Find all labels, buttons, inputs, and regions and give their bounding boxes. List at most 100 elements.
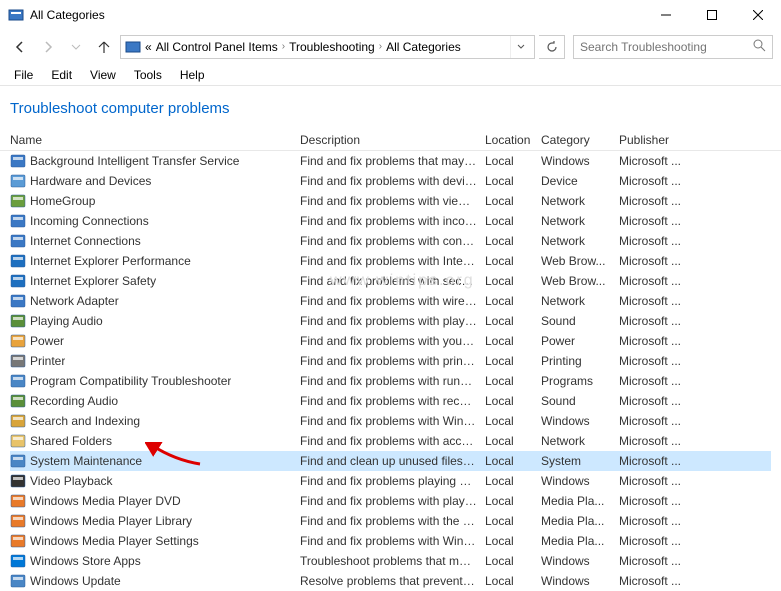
item-location: Local — [485, 214, 541, 228]
menu-file[interactable]: File — [6, 66, 41, 84]
chevron-right-icon[interactable]: › — [282, 41, 285, 52]
item-description: Find and fix problems with Wind... — [300, 414, 485, 428]
item-location: Local — [485, 574, 541, 588]
table-row[interactable]: Incoming ConnectionsFind and fix problem… — [10, 211, 771, 231]
item-icon — [10, 513, 26, 529]
back-button[interactable] — [8, 35, 32, 59]
item-description: Find and fix problems with conne... — [300, 234, 485, 248]
item-publisher: Microsoft ... — [619, 394, 694, 408]
item-publisher: Microsoft ... — [619, 374, 694, 388]
up-button[interactable] — [92, 35, 116, 59]
item-publisher: Microsoft ... — [619, 454, 694, 468]
col-name[interactable]: Name — [10, 133, 300, 147]
breadcrumb-item[interactable]: All Control Panel Items — [156, 40, 278, 54]
table-row[interactable]: Video PlaybackFind and fix problems play… — [10, 471, 771, 491]
address-bar[interactable]: « All Control Panel Items › Troubleshoot… — [120, 35, 535, 59]
item-icon — [10, 153, 26, 169]
item-name: Internet Connections — [30, 234, 141, 248]
item-icon — [10, 233, 26, 249]
item-publisher: Microsoft ... — [619, 274, 694, 288]
item-name: Incoming Connections — [30, 214, 149, 228]
table-row[interactable]: Internet Explorer PerformanceFind and fi… — [10, 251, 771, 271]
search-box[interactable] — [573, 35, 773, 59]
item-category: Windows — [541, 154, 619, 168]
table-row[interactable]: Recording AudioFind and fix problems wit… — [10, 391, 771, 411]
item-icon — [10, 293, 26, 309]
table-row[interactable]: Search and Indexing Find and fix problems… — [10, 411, 771, 431]
refresh-button[interactable] — [539, 35, 565, 59]
menu-help[interactable]: Help — [172, 66, 213, 84]
app-icon — [8, 7, 24, 23]
item-icon — [10, 173, 26, 189]
table-row[interactable]: Playing AudioFind and fix problems with … — [10, 311, 771, 331]
item-description: Find and clean up unused files an... — [300, 454, 485, 468]
table-row[interactable]: Windows Media Player DVDFind and fix pro… — [10, 491, 771, 511]
col-publisher[interactable]: Publisher — [619, 133, 694, 147]
table-row[interactable]: PrinterFind and fix problems with printi… — [10, 351, 771, 371]
item-icon — [10, 533, 26, 549]
item-icon — [10, 453, 26, 469]
item-icon — [10, 473, 26, 489]
col-location[interactable]: Location — [485, 133, 541, 147]
item-description: Find and fix problems with printi... — [300, 354, 485, 368]
item-category: Web Brow... — [541, 274, 619, 288]
item-category: Network — [541, 294, 619, 308]
maximize-button[interactable] — [689, 0, 735, 30]
table-row[interactable]: Windows Media Player LibraryFind and fix… — [10, 511, 771, 531]
item-publisher: Microsoft ... — [619, 474, 694, 488]
item-name: Search and Indexing — [30, 414, 140, 428]
breadcrumb-item[interactable]: Troubleshooting — [289, 40, 375, 54]
table-row[interactable]: HomeGroupFind and fix problems with view… — [10, 191, 771, 211]
item-category: Printing — [541, 354, 619, 368]
item-category: Network — [541, 214, 619, 228]
close-button[interactable] — [735, 0, 781, 30]
item-category: Sound — [541, 394, 619, 408]
forward-button[interactable] — [36, 35, 60, 59]
item-name: Windows Store Apps — [30, 554, 141, 568]
table-row[interactable]: Shared FoldersFind and fix problems with… — [10, 431, 771, 451]
chevron-right-icon[interactable]: › — [379, 41, 382, 52]
table-row[interactable]: Program Compatibility TroubleshooterFind… — [10, 371, 771, 391]
address-dropdown[interactable] — [510, 36, 530, 58]
table-row[interactable]: Windows Media Player SettingsFind and fi… — [10, 531, 771, 551]
item-name: Network Adapter — [30, 294, 119, 308]
table-row[interactable]: Hardware and DevicesFind and fix problem… — [10, 171, 771, 191]
table-row[interactable]: Windows UpdateResolve problems that prev… — [10, 571, 771, 591]
item-icon — [10, 393, 26, 409]
menu-view[interactable]: View — [82, 66, 124, 84]
search-input[interactable] — [580, 40, 753, 54]
item-publisher: Microsoft ... — [619, 174, 694, 188]
menu-bar: File Edit View Tools Help — [0, 64, 781, 86]
table-row[interactable]: Windows Store AppsTroubleshoot problems … — [10, 551, 771, 571]
table-row[interactable]: Internet Connections Find and fix problem… — [10, 231, 771, 251]
location-icon — [125, 39, 141, 55]
table-row[interactable]: Internet Explorer SafetyFind and fix pro… — [10, 271, 771, 291]
table-row[interactable]: PowerFind and fix problems with your c..… — [10, 331, 771, 351]
item-name: Windows Media Player DVD — [30, 494, 181, 508]
item-description: Find and fix problems with playin... — [300, 314, 485, 328]
breadcrumb-item[interactable]: All Categories — [386, 40, 461, 54]
recent-dropdown[interactable] — [64, 35, 88, 59]
page-title: Troubleshoot computer problems — [0, 86, 781, 129]
menu-tools[interactable]: Tools — [126, 66, 170, 84]
item-location: Local — [485, 314, 541, 328]
item-category: Sound — [541, 314, 619, 328]
table-row[interactable]: Network AdapterFind and fix problems wit… — [10, 291, 771, 311]
col-category[interactable]: Category — [541, 133, 619, 147]
item-category: Power — [541, 334, 619, 348]
item-description: Find and fix problems with viewin... — [300, 194, 485, 208]
item-location: Local — [485, 454, 541, 468]
menu-edit[interactable]: Edit — [43, 66, 80, 84]
col-description[interactable]: Description — [300, 133, 485, 147]
table-row[interactable]: System MaintenanceFind and clean up unus… — [10, 451, 771, 471]
item-category: Windows — [541, 574, 619, 588]
item-icon — [10, 553, 26, 569]
item-publisher: Microsoft ... — [619, 234, 694, 248]
table-row[interactable]: Background Intelligent Transfer ServiceF… — [10, 151, 771, 171]
minimize-button[interactable] — [643, 0, 689, 30]
item-publisher: Microsoft ... — [619, 554, 694, 568]
item-name: Power — [30, 334, 64, 348]
item-category: Media Pla... — [541, 514, 619, 528]
search-icon[interactable] — [753, 39, 766, 55]
window-title: All Categories — [30, 8, 643, 22]
